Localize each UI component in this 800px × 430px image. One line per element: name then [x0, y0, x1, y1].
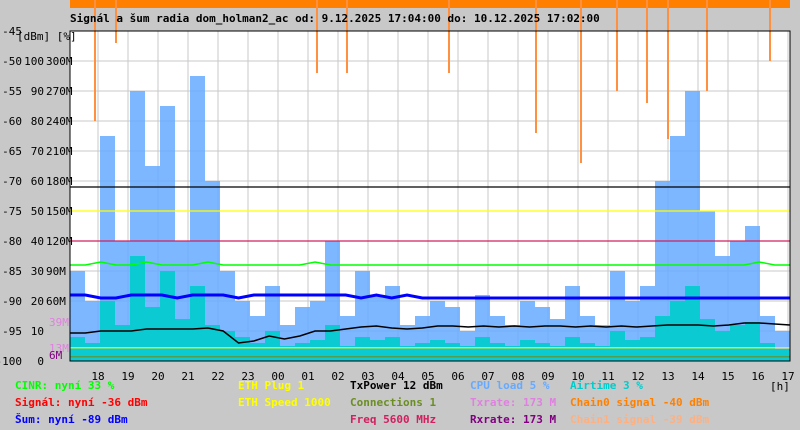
y-tick-dbm: -85 — [2, 265, 22, 278]
y-tick-pct: 70 — [31, 145, 44, 158]
y-tick-rate: 240M — [46, 115, 73, 128]
bar-airtime — [670, 301, 685, 361]
chain0-top — [70, 0, 790, 8]
y-tick-rate: 120M — [46, 235, 73, 248]
y-tick-dbm: -55 — [2, 85, 22, 98]
y-tick-pct: 60 — [31, 175, 44, 188]
legend-item: Txrate: 173 M — [470, 396, 557, 409]
y-tick-pct: 50 — [31, 205, 44, 218]
legend-item: Chain1 signal -39 dBm — [570, 413, 710, 426]
y-tick-pct: 0 — [37, 355, 44, 368]
bar-airtime — [775, 349, 790, 361]
rate-marker: 6M — [49, 349, 63, 362]
legend-item: Airtime 3 % — [570, 379, 643, 392]
bar-airtime — [520, 340, 535, 361]
y-tick-pct: 30 — [31, 265, 44, 278]
bar-airtime — [625, 340, 640, 361]
x-axis-label: [h] — [770, 380, 790, 393]
x-tick: 21 — [181, 370, 194, 383]
y-tick-pct: 10 — [31, 325, 44, 338]
chart-title: Signál a šum radia dom_holman2_ac od: 9.… — [70, 12, 600, 25]
bar-airtime — [145, 307, 160, 361]
x-tick: 02 — [331, 370, 344, 383]
bar-airtime — [580, 343, 595, 361]
legend-item: Chain0 signal -40 dBm — [570, 396, 710, 409]
bar-airtime — [730, 325, 745, 361]
y-tick-dbm: -80 — [2, 235, 22, 248]
legend-item: Signál: nyní -36 dBm — [15, 396, 148, 409]
y-tick-rate: 90M — [46, 265, 66, 278]
y-tick-dbm: -60 — [2, 115, 22, 128]
legend-item: TxPower 12 dBm — [350, 379, 443, 392]
y-tick-dbm: -50 — [2, 55, 22, 68]
legend-item: Rxrate: 173 M — [470, 413, 557, 426]
y-tick-rate: 300M — [46, 55, 73, 68]
y-tick-rate: 150M — [46, 205, 73, 218]
y-tick-pct: 80 — [31, 115, 44, 128]
x-tick: 13 — [661, 370, 674, 383]
y-axis-label: [dBm] [%] — [17, 30, 77, 43]
bar-airtime — [415, 343, 430, 361]
bar-airtime — [445, 343, 460, 361]
x-tick: 15 — [721, 370, 734, 383]
x-tick: 14 — [691, 370, 705, 383]
y-tick-dbm: -95 — [2, 325, 22, 338]
y-tick-pct: 90 — [31, 85, 44, 98]
x-tick: 06 — [451, 370, 464, 383]
rate-marker: 39M — [49, 316, 69, 329]
y-tick-pct: 40 — [31, 235, 44, 248]
chart: -45 -50 100 -55 90 -60 80 -65 70 -70 60 -75 50 -80 40-… — [0, 0, 800, 430]
bar-airtime — [535, 343, 550, 361]
bar-airtime — [295, 343, 310, 361]
y-tick-dbm: -100 — [0, 355, 22, 368]
x-tick: 22 — [211, 370, 224, 383]
bar-airtime — [370, 340, 385, 361]
bar-airtime — [655, 316, 670, 361]
y-tick-rate: 270M — [46, 85, 73, 98]
legend-item: CINR: nyní 33 % — [15, 379, 115, 392]
x-tick: 20 — [151, 370, 164, 383]
x-tick: 16 — [751, 370, 764, 383]
y-tick-pct: 100 — [24, 55, 44, 68]
bar-airtime — [250, 343, 265, 361]
bar-airtime — [760, 343, 775, 361]
bar-airtime — [745, 322, 760, 361]
y-tick-pct: 20 — [31, 295, 44, 308]
y-tick-dbm: -75 — [2, 205, 22, 218]
legend-item: ETH Plug 1 — [238, 379, 305, 392]
y-tick-dbm: -70 — [2, 175, 22, 188]
bar-airtime — [130, 256, 145, 361]
bar-airtime — [175, 319, 190, 361]
bar-airtime — [430, 340, 445, 361]
legend-item: ETH Speed 1000 — [238, 396, 331, 409]
y-tick-rate: 180M — [46, 175, 73, 188]
bar-airtime — [310, 340, 325, 361]
y-tick-rate: 60M — [46, 295, 66, 308]
bar-airtime — [85, 343, 100, 361]
legend-item: CPU load 5 % — [470, 379, 550, 392]
legend-item: Freq 5600 MHz — [350, 413, 437, 426]
legend-item: Connections 1 — [350, 396, 437, 409]
y-tick-dbm: -90 — [2, 295, 22, 308]
chart-svg: -45-50 100-55 90-60 80-65 70-70 60-75 50-80 40-… — [0, 0, 795, 393]
x-tick: 19 — [121, 370, 134, 383]
bar-airtime — [490, 343, 505, 361]
y-tick-rate: 210M — [46, 145, 73, 158]
y-tick-dbm: -65 — [2, 145, 22, 158]
legend-item: Šum: nyní -89 dBm — [15, 413, 128, 426]
bar-airtime — [190, 286, 205, 361]
